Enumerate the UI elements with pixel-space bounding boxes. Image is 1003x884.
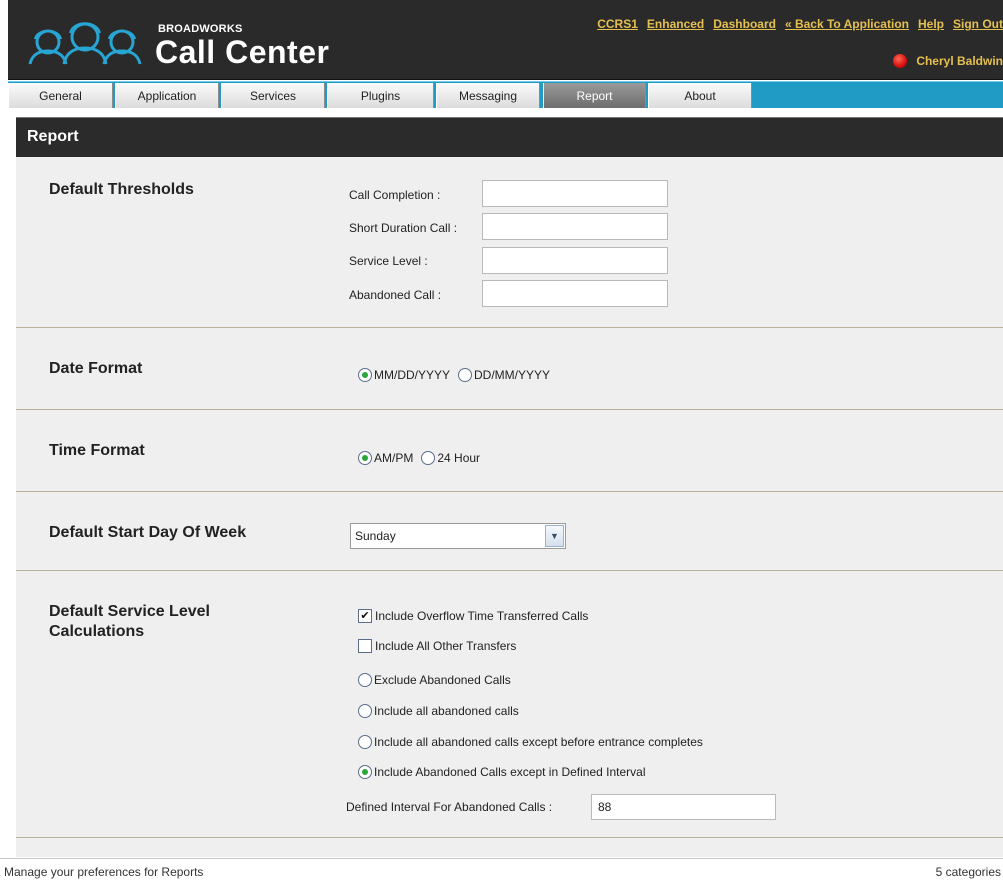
- include-overflow-row: ✔ Include Overflow Time Transferred Call…: [358, 609, 588, 623]
- page-title: Report: [27, 128, 79, 145]
- brand-title: Call Center: [155, 34, 330, 70]
- time-format-24hour-radio[interactable]: [421, 451, 436, 465]
- time-format-ampm-label: AM/PM: [374, 451, 414, 465]
- include-overflow-label: Include Overflow Time Transferred Calls: [375, 609, 589, 623]
- user-status: Cheryl Baldwin: [893, 54, 1003, 68]
- tab-general[interactable]: General: [8, 83, 113, 108]
- start-day-heading: Default Start Day Of Week: [49, 524, 247, 541]
- section-divider: [16, 327, 1003, 328]
- exclude-abandoned-radio[interactable]: [358, 673, 372, 687]
- link-sign-out[interactable]: Sign Out: [953, 17, 1003, 31]
- include-abandoned-except-entrance-label: Include all abandoned calls except befor…: [374, 735, 703, 749]
- date-format-options: MM/DD/YYYY DD/MM/YYYY: [358, 368, 550, 382]
- link-back-to-application[interactable]: « Back To Application: [785, 17, 909, 31]
- include-abandoned-except-interval-row: Include Abandoned Calls except in Define…: [358, 765, 646, 779]
- include-other-transfers-label: Include All Other Transfers: [375, 639, 517, 653]
- defined-interval-input[interactable]: [591, 794, 776, 820]
- include-other-transfers-checkbox[interactable]: [358, 639, 372, 653]
- page-title-bar: Report: [16, 117, 1003, 157]
- short-duration-call-input[interactable]: [482, 213, 668, 240]
- link-enhanced[interactable]: Enhanced: [647, 17, 704, 31]
- include-all-abandoned-radio[interactable]: [358, 704, 372, 718]
- time-format-options: AM/PM 24 Hour: [358, 451, 480, 465]
- date-format-mmddyyyy-label: MM/DD/YYYY: [374, 368, 451, 382]
- include-abandoned-except-interval-label: Include Abandoned Calls except in Define…: [374, 765, 646, 779]
- tab-messaging[interactable]: Messaging: [436, 83, 540, 108]
- call-center-logo-icon: [28, 22, 142, 65]
- date-format-ddmmyyyy-label: DD/MM/YYYY: [474, 368, 551, 382]
- include-overflow-checkbox[interactable]: ✔: [358, 609, 372, 623]
- include-abandoned-except-entrance-radio[interactable]: [358, 735, 372, 749]
- include-abandoned-except-entrance-row: Include all abandoned calls except befor…: [358, 735, 703, 749]
- date-format-ddmmyyyy-radio[interactable]: [458, 368, 473, 382]
- time-format-ampm-radio[interactable]: [358, 451, 372, 465]
- user-name: Cheryl Baldwin: [916, 54, 1003, 68]
- tab-about[interactable]: About: [648, 83, 752, 108]
- short-duration-call-label: Short Duration Call :: [349, 221, 458, 235]
- thresholds-heading: Default Thresholds: [49, 181, 194, 198]
- include-other-transfers-row: Include All Other Transfers: [358, 639, 516, 653]
- call-completion-label: Call Completion :: [349, 188, 441, 202]
- status-message: Manage your preferences for Reports: [4, 865, 204, 879]
- time-format-24hour-label: 24 Hour: [437, 451, 481, 465]
- section-divider: [16, 491, 1003, 492]
- include-abandoned-except-interval-radio[interactable]: [358, 765, 372, 779]
- include-all-abandoned-row: Include all abandoned calls: [358, 704, 519, 718]
- main-tabs: General Application Services Plugins Mes…: [8, 81, 1003, 108]
- link-dashboard[interactable]: Dashboard: [713, 17, 776, 31]
- report-preferences-panel: Default Thresholds Call Completion : Sho…: [16, 157, 1003, 857]
- section-divider: [16, 570, 1003, 571]
- date-format-heading: Date Format: [49, 360, 143, 377]
- abandoned-call-label: Abandoned Call :: [349, 288, 442, 302]
- status-bar: Manage your preferences for Reports 5 ca…: [0, 858, 1003, 884]
- service-level-heading-line1: Default Service Level: [49, 603, 210, 620]
- section-divider: [16, 409, 1003, 410]
- service-level-label: Service Level :: [349, 254, 428, 268]
- link-help[interactable]: Help: [918, 17, 944, 31]
- top-links: CCRS1 Enhanced Dashboard « Back To Appli…: [597, 17, 1003, 31]
- tab-application[interactable]: Application: [115, 83, 219, 108]
- exclude-abandoned-label: Exclude Abandoned Calls: [374, 673, 511, 687]
- include-all-abandoned-label: Include all abandoned calls: [374, 704, 519, 718]
- app-header: BROADWORKS Call Center CCRS1 Enhanced Da…: [8, 0, 1003, 80]
- category-count: 5 categories: [935, 865, 1001, 879]
- call-completion-input[interactable]: [482, 180, 668, 207]
- abandoned-call-input[interactable]: [482, 280, 668, 307]
- tab-report[interactable]: Report: [543, 83, 646, 108]
- tab-plugins[interactable]: Plugins: [327, 83, 434, 108]
- start-day-value: Sunday: [355, 529, 396, 543]
- service-level-input[interactable]: [482, 247, 668, 274]
- defined-interval-label: Defined Interval For Abandoned Calls :: [346, 800, 553, 814]
- exclude-abandoned-row: Exclude Abandoned Calls: [358, 673, 511, 687]
- tab-services[interactable]: Services: [221, 83, 325, 108]
- time-format-heading: Time Format: [49, 442, 145, 459]
- chevron-down-icon[interactable]: ▼: [545, 525, 564, 547]
- status-indicator-icon[interactable]: [893, 54, 908, 68]
- link-ccrs1[interactable]: CCRS1: [597, 17, 638, 31]
- service-level-heading-line2: Calculations: [49, 623, 145, 640]
- section-divider: [16, 837, 1003, 838]
- start-day-select[interactable]: Sunday ▼: [350, 523, 566, 549]
- date-format-mmddyyyy-radio[interactable]: [358, 368, 372, 382]
